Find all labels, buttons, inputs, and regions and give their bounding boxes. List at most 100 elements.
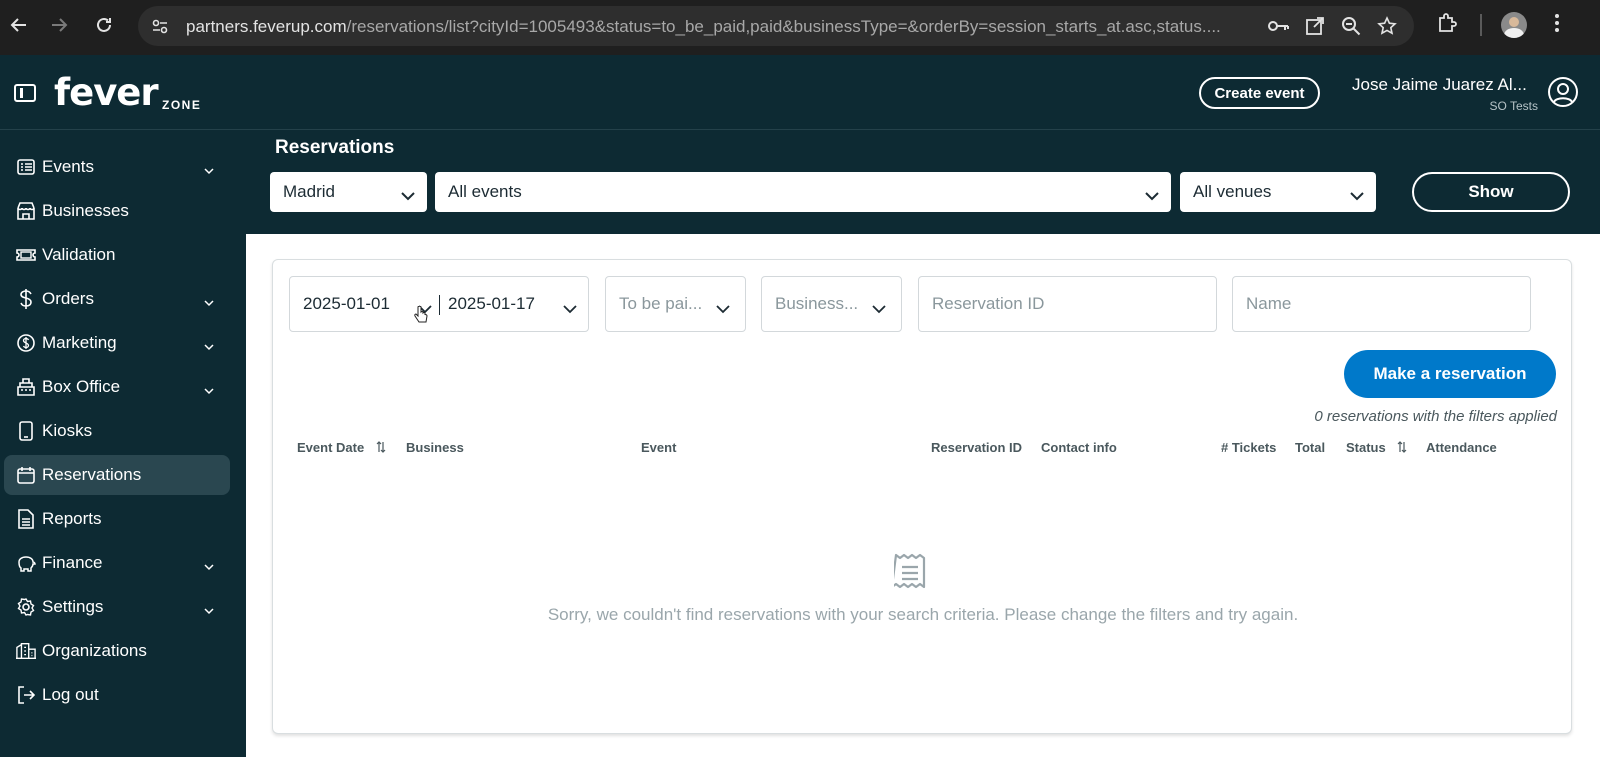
sidebar-item-validation[interactable]: Validation: [4, 235, 230, 275]
column-header-business: Business: [406, 440, 464, 455]
document-icon: [16, 509, 36, 529]
url-text: partners.feverup.com/reservations/list?c…: [186, 17, 1256, 37]
page-title: Reservations: [275, 137, 395, 158]
sidebar-item-log-out[interactable]: Log out: [4, 675, 230, 715]
coin-icon: [16, 333, 36, 353]
date-range-filter[interactable]: 2025-01-01 2025-01-17: [289, 276, 589, 332]
column-header-label: Status: [1346, 440, 1386, 455]
key-icon[interactable]: [1268, 15, 1290, 37]
reload-icon[interactable]: [91, 12, 117, 38]
venues-select[interactable]: All venues: [1180, 172, 1376, 212]
sidebar-item-label: Events: [42, 157, 94, 176]
chevron-down-icon: [401, 186, 415, 206]
chevron-down-icon: [1145, 186, 1159, 206]
chevron-down-icon[interactable]: [563, 299, 577, 319]
city-select-value: Madrid: [283, 182, 335, 201]
kiosk-icon: [16, 421, 36, 441]
city-select[interactable]: Madrid: [270, 172, 427, 212]
sidebar-item-label: Reports: [42, 509, 102, 528]
sidebar-item-kiosks[interactable]: Kiosks: [4, 411, 230, 451]
status-filter-value: To be pai...: [619, 294, 703, 313]
reservation-id-placeholder: Reservation ID: [932, 294, 1045, 313]
sidebar-item-orders[interactable]: Orders: [4, 279, 230, 319]
venues-select-value: All venues: [1193, 182, 1272, 201]
sidebar-item-box-office[interactable]: Box Office: [4, 367, 230, 407]
sidebar-item-finance[interactable]: Finance: [4, 543, 230, 583]
store-icon: [16, 201, 36, 221]
chevron-down-icon[interactable]: [204, 380, 214, 400]
user-organization: SO Tests: [1489, 99, 1538, 113]
calendar-icon: [16, 465, 36, 485]
sidebar-item-reservations[interactable]: Reservations: [4, 455, 230, 495]
open-external-icon[interactable]: [1304, 15, 1326, 37]
user-name[interactable]: Jose Jaime Juarez Al...: [1352, 75, 1527, 95]
sidebar-item-marketing[interactable]: Marketing: [4, 323, 230, 363]
ticket-icon: [16, 245, 36, 265]
column-header-total: Total: [1295, 440, 1326, 455]
user-account-icon[interactable]: [1547, 76, 1579, 108]
chevron-down-icon[interactable]: [204, 336, 214, 356]
sidebar-item-label: Businesses: [42, 201, 129, 220]
sidebar-item-events[interactable]: Events: [4, 147, 230, 187]
name-input[interactable]: Name: [1232, 276, 1531, 332]
column-header-attendance: Attendance: [1426, 440, 1497, 455]
column-header-event-date[interactable]: Event Date: [297, 440, 386, 456]
chevron-down-icon: [872, 299, 886, 319]
sidebar-item-settings[interactable]: Settings: [4, 587, 230, 627]
events-select[interactable]: All events: [435, 172, 1171, 212]
logout-icon: [16, 685, 36, 705]
buildings-icon: [16, 641, 36, 661]
gear-icon: [16, 597, 36, 617]
logo-subtitle: ZONE: [162, 98, 202, 112]
sidebar-item-label: Finance: [42, 553, 103, 572]
chevron-down-icon[interactable]: [204, 600, 214, 620]
profile-avatar[interactable]: [1501, 12, 1527, 38]
chevron-down-icon: [716, 299, 730, 319]
chevron-down-icon: [1350, 186, 1364, 206]
zoom-icon[interactable]: [1340, 15, 1362, 37]
sort-icon[interactable]: [1397, 441, 1407, 456]
sidebar-item-label: Validation: [42, 245, 116, 264]
sidebar-item-label: Organizations: [42, 641, 147, 660]
chevron-down-icon[interactable]: [204, 556, 214, 576]
date-separator: [439, 295, 440, 315]
logo: fever: [54, 71, 159, 114]
sort-icon[interactable]: [376, 441, 386, 456]
sidebar-item-label: Log out: [42, 685, 99, 704]
sidebar: Events Businesses Validation Orders Marketin…: [0, 130, 246, 757]
column-header-status[interactable]: Status: [1346, 440, 1407, 456]
more-menu-icon[interactable]: [1554, 12, 1560, 39]
forward-icon[interactable]: [46, 12, 72, 38]
sidebar-item-label: Orders: [42, 289, 94, 308]
column-header-reservation-id: Reservation ID: [931, 440, 1023, 455]
list-icon: [16, 157, 36, 177]
business-filter[interactable]: Business...: [761, 276, 902, 332]
status-filter[interactable]: To be pai...: [605, 276, 746, 332]
sidebar-item-reports[interactable]: Reports: [4, 499, 230, 539]
url-host: partners.feverup.com: [186, 17, 347, 36]
chevron-down-icon[interactable]: [204, 160, 214, 180]
reservation-id-input[interactable]: Reservation ID: [918, 276, 1217, 332]
date-to[interactable]: 2025-01-17: [448, 294, 535, 314]
site-settings-icon[interactable]: [150, 16, 170, 41]
address-bar[interactable]: partners.feverup.com/reservations/list?c…: [138, 6, 1414, 46]
cash-register-icon: [16, 377, 36, 397]
sidebar-item-businesses[interactable]: Businesses: [4, 191, 230, 231]
events-select-value: All events: [448, 182, 522, 201]
column-header-contact-info: Contact info: [1041, 440, 1117, 455]
sidebar-toggle-icon[interactable]: [14, 84, 36, 102]
sidebar-item-organizations[interactable]: Organizations: [4, 631, 230, 671]
sidebar-item-label: Settings: [42, 597, 104, 616]
date-from[interactable]: 2025-01-01: [303, 294, 390, 314]
make-reservation-button[interactable]: Make a reservation: [1344, 350, 1556, 398]
extensions-icon[interactable]: [1436, 12, 1458, 39]
back-icon[interactable]: [6, 12, 32, 38]
sidebar-item-label: Kiosks: [42, 421, 93, 440]
column-header-event: Event: [641, 440, 677, 455]
show-button[interactable]: Show: [1412, 172, 1570, 212]
chevron-down-icon[interactable]: [204, 292, 214, 312]
reservations-filter-panel: Reservations Madrid All events All venue…: [246, 130, 1600, 234]
bookmark-star-icon[interactable]: [1376, 15, 1398, 37]
reservations-count: 0 reservations with the filters applied: [1314, 408, 1557, 425]
create-event-button[interactable]: Create event: [1199, 77, 1320, 109]
